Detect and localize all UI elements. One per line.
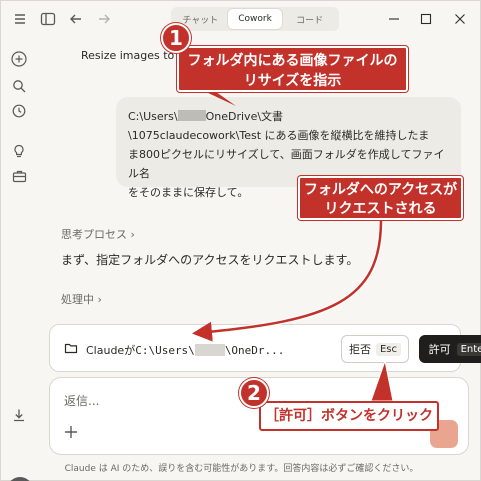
reply-input[interactable]: 返信... [64,392,99,409]
left-sidebar [1,37,37,481]
redacted-username [177,110,206,121]
maximize-icon[interactable] [417,10,435,28]
user-message-bubble: C:\Users\ OneDrive\文書 \1075claudecowork\T… [116,97,461,199]
minimize-icon[interactable] [385,10,403,28]
close-icon[interactable] [451,10,469,28]
annotation-badge-1: 1 [161,23,191,53]
annotation-callout-3: ［許可］ボタンをクリック [259,401,439,431]
annotation-callout-1: フォルダ内にある画像ファイルの リサイズを指示 [177,46,408,92]
thought-process-label: 思考プロセス [61,228,127,241]
processing-toggle[interactable]: 処理中 › [61,291,102,307]
annotation-callout-2: フォルダへのアクセスが リクエストされる [298,176,463,220]
user-avatar[interactable] [7,477,33,481]
lightbulb-icon[interactable] [10,142,28,160]
annotation-badge-2: 2 [239,378,269,408]
allow-button[interactable]: 許可 Enter [419,335,481,363]
esc-shortcut-badge: Esc [375,342,402,356]
download-icon[interactable] [10,406,28,424]
assistant-response: まず、指定フォルダへのアクセスをリクエストします。 [61,253,359,267]
history-clock-icon[interactable] [10,102,28,120]
deny-button[interactable]: 拒否 Esc [341,335,409,363]
permission-path: ClaudeがC:\Users\ \OneDr... [86,344,285,357]
user-message-line-2: \1075claudecowork\Test にある画像を縦横比を維持したま [128,129,430,142]
chevron-right-icon: › [97,293,102,306]
forward-arrow-icon[interactable] [95,10,113,28]
folder-icon [64,341,78,355]
thought-process-toggle[interactable]: 思考プロセス › [61,226,135,242]
redacted-username [194,344,225,356]
folder-permission-request: ClaudeがC:\Users\ \OneDr... 拒否 Esc 許可 Ente… [49,324,481,372]
tab-cowork[interactable]: Cowork [227,9,283,29]
search-icon[interactable] [10,77,28,95]
enter-shortcut-badge: Enter [456,342,481,356]
chevron-right-icon: › [130,228,135,241]
app-window: チャット Cowork コード Resize images to c C:\Us… [0,0,481,481]
mode-tabs: チャット Cowork コード [171,7,339,31]
menu-icon[interactable] [11,10,29,28]
disclaimer: Claude は AI のため、誤りを含む可能性があります。回答内容は必ずご確認… [64,464,419,474]
processing-label: 処理中 [61,293,94,306]
user-message-line-1: C:\Users\ OneDrive\文書 [128,110,284,123]
tab-code[interactable]: コード [282,9,337,29]
back-arrow-icon[interactable] [67,10,85,28]
title-bar: チャット Cowork コード [1,1,481,37]
sidebar-toggle-icon[interactable] [39,10,57,28]
briefcase-icon[interactable] [10,167,28,185]
new-chat-plus-icon[interactable] [10,50,28,68]
attach-plus-icon[interactable] [64,423,80,443]
